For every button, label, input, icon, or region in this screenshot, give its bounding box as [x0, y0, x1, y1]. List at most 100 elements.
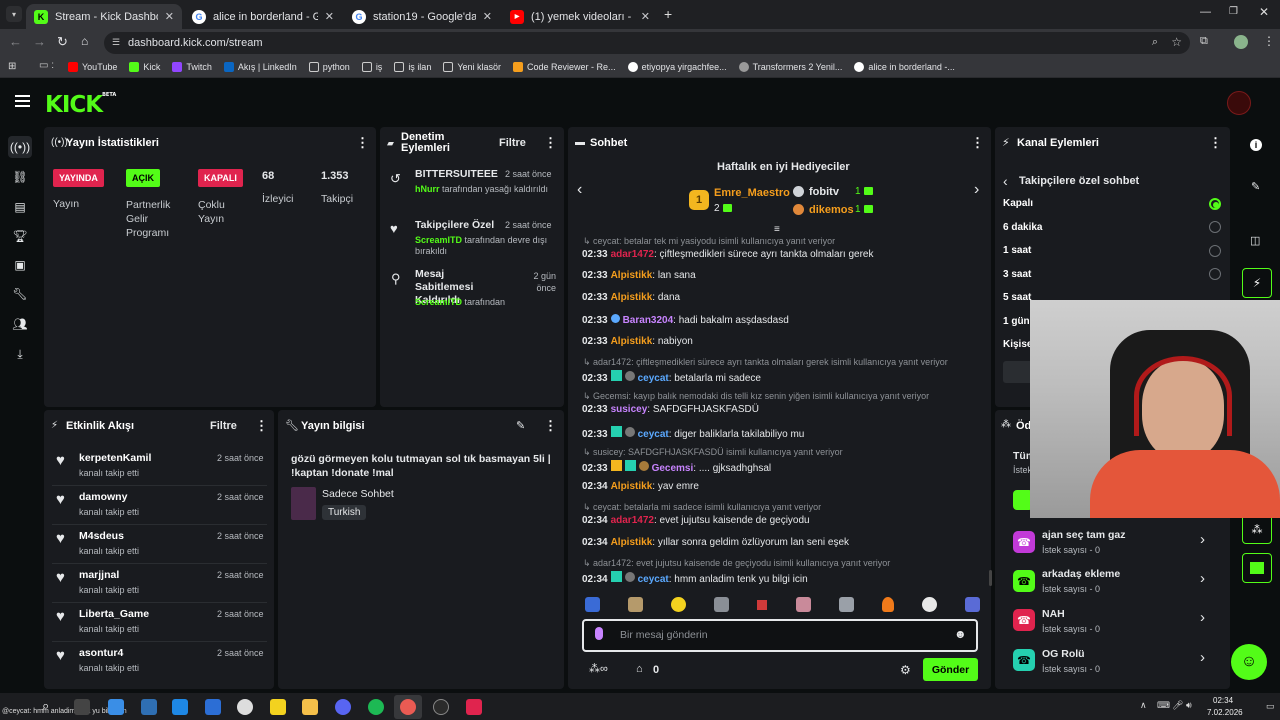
activity-user[interactable]: marjjnal — [79, 569, 119, 581]
close-tab-icon[interactable]: ✕ — [483, 10, 492, 23]
custom-duration-input[interactable] — [1003, 361, 1033, 383]
channel-actions-menu-icon[interactable]: ⋮ — [1209, 135, 1222, 151]
stream-nav-icon[interactable]: ((•)) — [8, 136, 32, 158]
hamburger-menu-icon[interactable] — [15, 95, 30, 108]
pinned-collapse-icon[interactable]: ≡ — [774, 224, 780, 235]
option-5-saat[interactable]: 5 saat — [1003, 292, 1031, 303]
chevron-right-icon[interactable]: › — [1200, 531, 1205, 548]
stats-menu-icon[interactable]: ⋮ — [356, 135, 369, 151]
restore-icon[interactable]: ❐ — [1229, 6, 1238, 17]
chat-message[interactable]: 02:33 adar1472: çiftleşmedikleri sürece a… — [582, 249, 873, 260]
clips-rail-icon[interactable] — [1242, 553, 1272, 583]
vscode-icon[interactable] — [172, 699, 188, 715]
bookmark-yeni-klasor[interactable]: Yeni klasör — [443, 61, 501, 72]
gifters-next-icon[interactable]: › — [974, 181, 979, 199]
app-icon[interactable] — [141, 699, 157, 715]
users-nav-icon[interactable]: 👥︎ — [8, 313, 32, 335]
bookmark-linkedin[interactable]: Akış | LinkedIn — [223, 61, 297, 72]
zoom-icon[interactable]: ⌕ — [1152, 36, 1158, 49]
spotify-icon[interactable] — [368, 699, 384, 715]
activity-user[interactable]: M4sdeus — [79, 530, 124, 542]
chevron-right-icon[interactable]: › — [1200, 609, 1205, 626]
kick-points-icon[interactable]: ⁂∞ — [589, 662, 608, 675]
chat-message[interactable]: 02:33 Alpistikk: nabiyon — [582, 336, 693, 347]
reward-name[interactable]: arkadaş ekleme — [1042, 568, 1120, 580]
emote-icon[interactable] — [881, 597, 894, 612]
camera-icon[interactable]: ◫ — [1250, 234, 1260, 247]
emote-icon[interactable] — [714, 597, 730, 612]
user-avatar[interactable] — [1227, 91, 1251, 115]
activity-user[interactable]: asontur4 — [79, 647, 123, 659]
forward-icon[interactable]: → — [33, 34, 46, 49]
bookmark-etiyopya[interactable]: etiyopya yirgachfee... — [627, 61, 727, 72]
option-3-saat[interactable]: 3 saat — [1003, 269, 1031, 280]
file-manager-icon[interactable] — [108, 699, 124, 715]
emote-icon[interactable] — [671, 597, 687, 612]
emote-icon[interactable] — [795, 597, 811, 612]
activity-user[interactable]: damowny — [79, 491, 127, 503]
openai-icon[interactable] — [237, 699, 253, 715]
bookmark-kick[interactable]: Kick — [129, 61, 160, 72]
chevron-right-icon[interactable]: › — [1200, 570, 1205, 587]
chat-message[interactable]: 02:33 Alpistikk: lan sana — [582, 270, 696, 281]
reward-name[interactable]: OG Rolü — [1042, 648, 1085, 660]
site-info-icon[interactable]: ☰ — [112, 37, 120, 48]
microphone-tray-icon[interactable]: 🎤︎ — [1172, 700, 1183, 711]
new-tab-button[interactable]: + — [664, 6, 672, 22]
chevron-right-icon[interactable]: › — [1200, 649, 1205, 666]
minimize-icon[interactable]: — — [1200, 6, 1211, 18]
stream-info-menu-icon[interactable]: ⋮ — [544, 418, 557, 434]
send-button[interactable]: Gönder — [923, 658, 978, 681]
chat-message[interactable]: 02:33 Gecemsi: .... gjksadhghsal — [582, 460, 771, 474]
browser-tab-kick[interactable]: K Stream - Kick Dashboard ✕ — [26, 4, 182, 29]
bookmark-code-reviewer[interactable]: Code Reviewer - Re... — [513, 61, 616, 72]
moderation-filter-button[interactable]: Filtre — [499, 137, 526, 149]
app-icon[interactable] — [466, 699, 482, 715]
bookmark-is[interactable]: iş — [361, 61, 382, 72]
search-icon[interactable]: ⌕ — [42, 698, 49, 714]
rewards-rail-icon[interactable]: ⁂ — [1242, 514, 1272, 544]
apps-icon[interactable]: ⊞ — [8, 61, 16, 72]
reward-name[interactable]: ajan seç tam gaz — [1042, 529, 1125, 541]
menu-icon[interactable]: ⋮ — [1263, 34, 1275, 48]
chat-message[interactable]: 02:34 adar1472: evet jujutsu kaisende de … — [582, 515, 810, 526]
emote-icon[interactable] — [838, 597, 854, 612]
close-tab-icon[interactable]: ✕ — [165, 10, 174, 23]
bookmark-is-ilan[interactable]: iş ilan — [394, 61, 431, 72]
emoji-icon[interactable]: ☻ — [954, 627, 967, 641]
gifters-prev-icon[interactable]: ‹ — [577, 181, 582, 199]
chat-message[interactable]: 02:33 Alpistikk: dana — [582, 292, 680, 303]
emote-icon[interactable] — [921, 597, 937, 612]
bookmark-twitch[interactable]: Twitch — [172, 61, 212, 72]
microphone-icon[interactable] — [595, 627, 603, 640]
bookmark-star-icon[interactable]: ☆ — [1171, 35, 1182, 49]
option-1-gun[interactable]: 1 gün — [1003, 316, 1030, 327]
tools-nav-icon[interactable]: 🔧︎ — [8, 283, 32, 305]
analytics-nav-icon[interactable]: ▤ — [8, 196, 32, 218]
close-window-icon[interactable]: ✕ — [1259, 5, 1269, 19]
notifications-icon[interactable]: ▭ — [1266, 701, 1275, 712]
option-6-dakika[interactable]: 6 dakika — [1003, 222, 1042, 233]
chat-scrollbar[interactable] — [989, 570, 992, 586]
browser-tab-youtube[interactable]: ▶ (1) yemek videoları - YouTube ✕ — [502, 4, 658, 29]
close-tab-icon[interactable]: ✕ — [325, 10, 334, 23]
back-icon[interactable]: ← — [9, 34, 22, 49]
chat-input[interactable]: Bir mesaj gönderin — [620, 629, 708, 641]
emote-icon[interactable] — [585, 597, 600, 612]
activity-filter-button[interactable]: Filtre — [210, 420, 237, 432]
chat-message[interactable]: 02:33 ceycat: betalarla mi sadece — [582, 370, 761, 384]
clock-date[interactable]: 7.02.2026 — [1207, 708, 1243, 717]
reward-name[interactable]: NAH — [1042, 608, 1065, 620]
option-custom[interactable]: Kişise — [1003, 339, 1032, 350]
bookmark-python[interactable]: python — [308, 61, 350, 72]
link-nav-icon[interactable]: ⛓ — [8, 166, 32, 188]
reload-icon[interactable]: ↻ — [57, 34, 68, 50]
edit-icon[interactable]: ✎ — [1251, 180, 1260, 193]
moderation-menu-icon[interactable]: ⋮ — [544, 135, 557, 151]
chat-settings-icon[interactable]: ⚙ — [900, 663, 911, 677]
upload-nav-icon[interactable]: ⤓ — [8, 343, 32, 365]
activity-menu-icon[interactable]: ⋮ — [255, 418, 268, 434]
bookmark-youtube[interactable]: YouTube — [68, 61, 117, 72]
chat-message[interactable]: 02:33 susicey: SAFDGFHJASKFASDÜ — [582, 404, 759, 415]
folder-icon[interactable]: ▭ : — [39, 60, 54, 71]
